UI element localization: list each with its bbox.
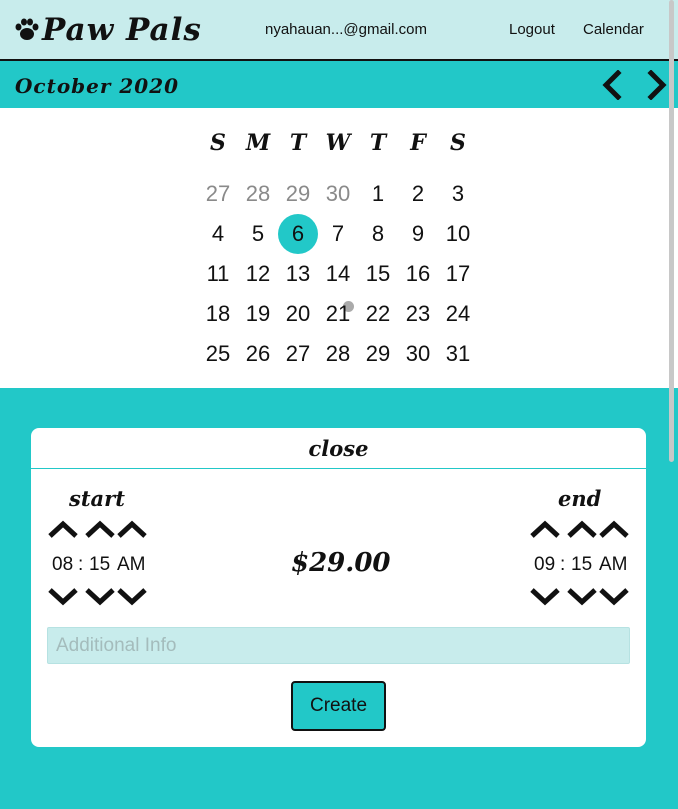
month-bar: October 2020 <box>0 61 678 108</box>
end-hour-up-icon[interactable] <box>529 519 561 539</box>
calendar-day[interactable]: 17 <box>438 254 478 294</box>
calendar-day[interactable]: 28 <box>238 174 278 214</box>
calendar-day[interactable]: 20 <box>278 294 318 334</box>
calendar-day[interactable]: 27 <box>278 334 318 374</box>
calendar-day[interactable]: 1 <box>358 174 398 214</box>
calendar-day[interactable]: 24 <box>438 294 478 334</box>
calendar-day[interactable]: 5 <box>238 214 278 254</box>
calendar-day[interactable]: 8 <box>358 214 398 254</box>
end-minute-up-icon[interactable] <box>566 519 598 539</box>
calendar-day[interactable]: 7 <box>318 214 358 254</box>
end-period-up-icon[interactable] <box>598 519 630 539</box>
weekday-header: T <box>369 130 387 156</box>
chevron-left-icon[interactable] <box>597 70 627 100</box>
calendar-day[interactable]: 19 <box>238 294 278 334</box>
calendar-day[interactable]: 31 <box>438 334 478 374</box>
weekday-header: S <box>450 130 466 156</box>
weekday-header: S <box>210 130 226 156</box>
calendar-day[interactable]: 9 <box>398 214 438 254</box>
calendar-day[interactable]: 16 <box>398 254 438 294</box>
start-separator: : <box>78 554 84 575</box>
calendar-day[interactable]: 26 <box>238 334 278 374</box>
start-minute: 15 <box>89 554 111 575</box>
calendar-grid: S M T W T F S 27 28 29 30 1 2 3 4 5 6 7 8 9 10 11 12 13 14 15 16 17… <box>0 108 678 388</box>
user-email: nyahauan...@gmail.com <box>265 21 427 38</box>
brand-name: Paw Pals <box>42 12 202 48</box>
calendar-day[interactable]: 23 <box>398 294 438 334</box>
end-hour: 09 <box>534 554 556 575</box>
calendar-day[interactable]: 4 <box>198 214 238 254</box>
calendar-day[interactable]: 2 <box>398 174 438 214</box>
chevron-right-icon[interactable] <box>642 70 672 100</box>
calendar-day[interactable]: 29 <box>278 174 318 214</box>
close-button[interactable]: close <box>31 428 646 469</box>
start-period: AM <box>117 554 146 575</box>
end-separator: : <box>560 554 566 575</box>
scrollbar-thumb[interactable] <box>669 0 674 462</box>
close-label: close <box>308 436 369 461</box>
calendar-day[interactable]: 21 <box>318 294 358 334</box>
start-period-down-icon[interactable] <box>116 587 148 607</box>
calendar-day[interactable]: 14 <box>318 254 358 294</box>
price-display: $29.00 <box>291 548 391 578</box>
end-period: AM <box>599 554 628 575</box>
start-minute-down-icon[interactable] <box>84 587 116 607</box>
calendar-day[interactable]: 3 <box>438 174 478 214</box>
end-minute-down-icon[interactable] <box>566 587 598 607</box>
top-nav-bar: Paw Pals nyahauan...@gmail.com Logout Ca… <box>0 0 678 61</box>
end-period-down-icon[interactable] <box>598 587 630 607</box>
weekday-header: W <box>325 130 351 156</box>
start-minute-up-icon[interactable] <box>84 519 116 539</box>
logout-link[interactable]: Logout <box>509 21 555 38</box>
additional-info-input[interactable] <box>47 627 630 664</box>
start-period-up-icon[interactable] <box>116 519 148 539</box>
calendar-day-selected[interactable]: 6 <box>278 214 318 254</box>
weekday-header: M <box>245 130 271 156</box>
month-title: October 2020 <box>15 74 180 98</box>
weekday-header: T <box>289 130 307 156</box>
calendar-day[interactable]: 11 <box>198 254 238 294</box>
calendar-day[interactable]: 10 <box>438 214 478 254</box>
create-button[interactable]: Create <box>291 681 386 731</box>
start-hour: 08 <box>52 554 74 575</box>
weekday-header: F <box>410 130 426 156</box>
booking-card: close start end 08 : 15 AM $29.00 09 : 1… <box>31 428 646 747</box>
start-hour-down-icon[interactable] <box>47 587 79 607</box>
calendar-day[interactable]: 28 <box>318 334 358 374</box>
calendar-day[interactable]: 29 <box>358 334 398 374</box>
start-label: start <box>69 486 125 511</box>
calendar-day[interactable]: 15 <box>358 254 398 294</box>
end-minute: 15 <box>571 554 593 575</box>
calendar-day[interactable]: 25 <box>198 334 238 374</box>
calendar-link[interactable]: Calendar <box>583 21 644 38</box>
calendar-day[interactable]: 18 <box>198 294 238 334</box>
end-hour-down-icon[interactable] <box>529 587 561 607</box>
end-label: end <box>558 486 602 511</box>
paw-icon <box>15 18 39 40</box>
calendar-day[interactable]: 30 <box>318 174 358 214</box>
calendar-day[interactable]: 12 <box>238 254 278 294</box>
brand-logo[interactable]: Paw Pals <box>14 10 202 50</box>
calendar-day[interactable]: 22 <box>358 294 398 334</box>
start-hour-up-icon[interactable] <box>47 519 79 539</box>
calendar-day[interactable]: 30 <box>398 334 438 374</box>
calendar-day[interactable]: 13 <box>278 254 318 294</box>
calendar-day[interactable]: 27 <box>198 174 238 214</box>
